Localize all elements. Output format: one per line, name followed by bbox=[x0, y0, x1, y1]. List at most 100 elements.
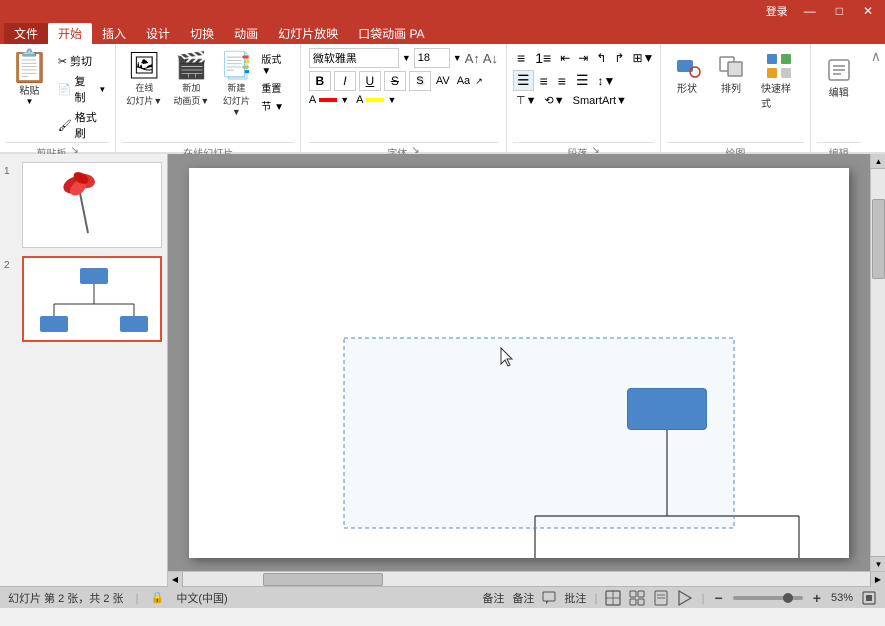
expand-font[interactable]: ↗ bbox=[475, 76, 483, 87]
scroll-left-btn[interactable]: ◀ bbox=[168, 572, 183, 587]
column-btn[interactable]: ⊞▼ bbox=[629, 50, 657, 66]
menu-bar: 文件 开始 插入 设计 切换 动画 幻灯片放映 口袋动画 PA bbox=[0, 22, 885, 44]
zoom-level[interactable]: 53% bbox=[831, 592, 853, 604]
fit-window-btn[interactable] bbox=[861, 590, 877, 606]
zoom-slider-track[interactable] bbox=[733, 596, 803, 600]
notes-btn[interactable]: 备注 bbox=[482, 590, 504, 606]
quick-style-button[interactable]: 快速样式 bbox=[755, 48, 804, 114]
notes-label[interactable]: 备注 bbox=[512, 590, 534, 606]
slide-2-thumb[interactable] bbox=[22, 256, 162, 342]
slide-1-number: 1 bbox=[4, 162, 18, 177]
online-slides-button[interactable]: 🖼 在线幻灯片▼ bbox=[122, 48, 166, 109]
font-family-input[interactable] bbox=[309, 48, 399, 68]
drawing-group: 形状 排列 快速样式 bbox=[661, 44, 811, 162]
shadow-button[interactable]: S bbox=[409, 71, 431, 91]
slides-group: 🖼 在线幻灯片▼ 🎬 新加动画页▼ 📑 新建幻灯片▼ 版式 ▼ 重置 节 ▼ bbox=[116, 44, 301, 162]
scroll-right-btn[interactable]: ▶ bbox=[870, 572, 885, 587]
menu-item-home[interactable]: 开始 bbox=[48, 23, 92, 44]
cursor-indicator bbox=[499, 346, 519, 373]
bullet-list-btn[interactable]: ≡ bbox=[513, 48, 529, 68]
top-box[interactable] bbox=[627, 388, 707, 430]
section-button[interactable]: 节 ▼ bbox=[259, 97, 294, 114]
scroll-thumb-v[interactable] bbox=[872, 199, 885, 279]
text-dir-btn[interactable]: ⟲▼ bbox=[542, 93, 568, 108]
menu-item-transitions[interactable]: 切换 bbox=[180, 23, 224, 44]
scroll-down-btn[interactable]: ▼ bbox=[871, 556, 885, 571]
numbered-list-btn[interactable]: 1≡ bbox=[531, 48, 555, 68]
slide-2-number: 2 bbox=[4, 256, 18, 271]
paste-button[interactable]: 📋 粘贴 ▼ bbox=[6, 48, 53, 142]
font-color-expand[interactable]: ▼ bbox=[340, 95, 349, 105]
zoom-in-btn[interactable]: + bbox=[811, 590, 823, 606]
status-separator-1: | bbox=[136, 591, 139, 605]
language-indicator[interactable]: 🔒 bbox=[151, 591, 165, 604]
scroll-track-v[interactable] bbox=[871, 169, 885, 556]
zoom-out-btn[interactable]: − bbox=[713, 590, 725, 606]
line-spacing-btn[interactable]: ↕▼ bbox=[595, 73, 619, 89]
strikethrough-button[interactable]: S bbox=[384, 71, 406, 91]
font-group: ▼ ▼ A↑ A↓ B I U S S AV Aa ↗ A bbox=[301, 44, 507, 162]
char-spacing-btn[interactable]: AV bbox=[434, 75, 452, 87]
increase-indent-btn[interactable]: ⇥ bbox=[575, 50, 591, 66]
format-painter-button[interactable]: 🖌格式刷 bbox=[55, 108, 110, 142]
align-left-btn[interactable]: ☰ bbox=[513, 70, 534, 91]
increase-font-btn[interactable]: A↑ bbox=[465, 51, 480, 66]
comments-btn[interactable] bbox=[542, 591, 556, 605]
shape-button[interactable]: 形状 bbox=[667, 48, 707, 99]
menu-item-file[interactable]: 文件 bbox=[4, 23, 48, 44]
reading-view-btn[interactable] bbox=[653, 590, 669, 606]
status-bar: 幻灯片 第 2 张，共 2 张 | 🔒 中文(中国) 备注 备注 批注 | bbox=[0, 586, 885, 608]
menu-item-design[interactable]: 设计 bbox=[136, 23, 180, 44]
maximize-btn[interactable]: □ bbox=[832, 4, 847, 18]
menu-item-animations[interactable]: 动画 bbox=[224, 23, 268, 44]
slide-canvas[interactable] bbox=[189, 168, 849, 558]
copy-button[interactable]: 📄复制▼ bbox=[55, 72, 110, 106]
close-btn[interactable]: ✕ bbox=[859, 4, 877, 18]
ribbon: 📋 粘贴 ▼ ✂剪切 📄复制▼ 🖌格式刷 剪贴板↘ bbox=[0, 44, 885, 154]
underline-button[interactable]: U bbox=[359, 71, 381, 91]
ltr-btn[interactable]: ↱ bbox=[611, 50, 627, 66]
vertical-align-btn[interactable]: ⊤▼ bbox=[513, 93, 539, 108]
scroll-up-btn[interactable]: ▲ bbox=[871, 154, 885, 169]
new-slide-button[interactable]: 📑 新建幻灯片▼ bbox=[216, 48, 256, 119]
edit-button[interactable]: 编辑 bbox=[817, 52, 861, 103]
bold-button[interactable]: B bbox=[309, 71, 331, 91]
font-size-expand[interactable]: ▼ bbox=[453, 53, 462, 63]
layout-button[interactable]: 版式 ▼ bbox=[259, 50, 294, 78]
decrease-indent-btn[interactable]: ⇤ bbox=[557, 50, 573, 66]
menu-item-insert[interactable]: 插入 bbox=[92, 23, 136, 44]
slide-1-thumb[interactable] bbox=[22, 162, 162, 248]
justify-btn[interactable]: ☰ bbox=[572, 70, 593, 91]
status-separator-2: | bbox=[594, 591, 597, 605]
comments-label[interactable]: 批注 bbox=[564, 590, 586, 606]
zoom-slider-thumb[interactable] bbox=[783, 593, 793, 603]
slideshow-btn[interactable] bbox=[677, 590, 693, 606]
language-label[interactable]: 中文(中国) bbox=[176, 590, 227, 606]
scroll-track-h[interactable] bbox=[183, 572, 870, 586]
menu-item-pocket[interactable]: 口袋动画 PA bbox=[348, 23, 434, 44]
text-case-btn[interactable]: Aa bbox=[455, 75, 472, 87]
slide-sorter-btn[interactable] bbox=[629, 590, 645, 606]
highlight-expand[interactable]: ▼ bbox=[387, 95, 396, 105]
decrease-font-btn[interactable]: A↓ bbox=[483, 51, 498, 66]
reset-button[interactable]: 重置 bbox=[259, 79, 294, 96]
font-family-expand[interactable]: ▼ bbox=[402, 53, 411, 63]
smartart-btn[interactable]: SmartArt▼ bbox=[570, 94, 630, 108]
menu-item-slideshow[interactable]: 幻灯片放映 bbox=[268, 23, 348, 44]
cut-button[interactable]: ✂剪切 bbox=[55, 52, 110, 70]
normal-view-btn[interactable] bbox=[605, 590, 621, 606]
canvas-area bbox=[168, 154, 870, 571]
align-center-btn[interactable]: ≡ bbox=[536, 71, 552, 91]
add-animation-button[interactable]: 🎬 新加动画页▼ bbox=[169, 48, 213, 109]
font-size-input[interactable] bbox=[414, 48, 450, 68]
minimize-btn[interactable]: — bbox=[800, 4, 820, 18]
align-right-btn[interactable]: ≡ bbox=[554, 71, 570, 91]
ribbon-collapse-btn[interactable]: ∧ bbox=[867, 44, 885, 162]
title-bar: 登录 — □ ✕ bbox=[0, 0, 885, 22]
scroll-thumb-h[interactable] bbox=[263, 573, 383, 586]
rtl-btn[interactable]: ↰ bbox=[593, 50, 609, 66]
login-button[interactable]: 登录 bbox=[766, 3, 788, 19]
italic-button[interactable]: I bbox=[334, 71, 356, 91]
arrange-button[interactable]: 排列 bbox=[711, 48, 751, 99]
slide-panel: 1 2 bbox=[0, 154, 168, 586]
